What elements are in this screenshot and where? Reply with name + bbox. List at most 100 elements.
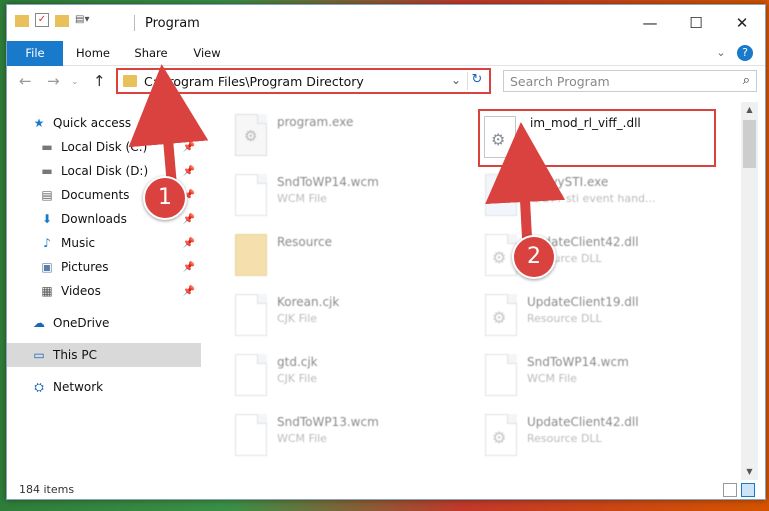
up-arrow-icon[interactable]: ↑ <box>93 72 106 90</box>
customize-toolbar-icon[interactable]: ▤▾ <box>75 13 89 27</box>
list-item[interactable]: SndToWP14.wcm WCM File <box>481 350 716 406</box>
refresh-icon[interactable]: ↻ <box>467 72 486 90</box>
pin-icon[interactable]: 📌 <box>183 238 195 249</box>
tab-home[interactable]: Home <box>73 41 113 65</box>
folder-icon <box>235 234 267 276</box>
file-name: UpdateClient19.dll <box>527 295 639 309</box>
folder-icon <box>123 75 137 87</box>
search-input[interactable]: Search Program <box>510 74 610 89</box>
drive-icon: ▬ <box>41 164 53 178</box>
folder-icon[interactable] <box>15 15 29 27</box>
new-folder-icon[interactable] <box>55 15 69 27</box>
back-arrow-icon[interactable]: ← <box>19 72 32 90</box>
sidebar-item-videos[interactable]: ▦ Videos 📌 <box>39 279 201 303</box>
sidebar-item-label: Documents <box>61 188 130 202</box>
quick-access-toolbar: ✓ ▤▾ <box>15 13 89 27</box>
close-button[interactable]: ✕ <box>719 9 765 37</box>
file-explorer-window: ✓ ▤▾ Program — ☐ ✕ File Home Share View … <box>6 4 766 500</box>
computer-icon: ▭ <box>33 348 45 362</box>
help-icon[interactable]: ? <box>737 45 753 61</box>
details-view-icon[interactable] <box>723 483 737 497</box>
music-icon: ♪ <box>43 236 51 250</box>
download-icon: ⬇ <box>41 212 53 226</box>
file-name: gtd.cjk <box>277 355 318 369</box>
expand-ribbon-icon[interactable]: ⌄ <box>713 45 729 61</box>
navigation-pane: ★ Quick access ▬ Local Disk (C:) 📌 ▬ Loc… <box>7 102 203 480</box>
maximize-button[interactable]: ☐ <box>673 9 719 37</box>
star-icon: ★ <box>33 116 45 130</box>
pin-icon[interactable]: 📌 <box>183 214 195 225</box>
scroll-down-icon[interactable]: ▼ <box>741 464 758 480</box>
minimize-button[interactable]: — <box>627 9 673 37</box>
file-type: WCM File <box>277 192 327 205</box>
window-title: Program <box>145 16 200 31</box>
properties-icon[interactable]: ✓ <box>35 13 49 27</box>
forward-arrow-icon[interactable]: → <box>47 72 60 90</box>
videos-icon: ▦ <box>41 284 53 298</box>
pin-icon[interactable]: 📌 <box>183 262 195 273</box>
file-type: CJK File <box>277 372 318 385</box>
sidebar-item-label: Local Disk (D:) <box>61 164 149 178</box>
dll-file-icon <box>485 414 517 456</box>
sidebar-item-quick-access[interactable]: ★ Quick access <box>31 111 225 135</box>
step-2-badge: 2 <box>512 235 556 279</box>
highlighted-dll-file[interactable]: im_mod_rl_viff_.dll <box>478 109 716 167</box>
pin-icon[interactable]: 📌 <box>183 166 195 177</box>
dll-file-icon <box>485 294 517 336</box>
list-item[interactable]: SndToWP14.wcm WCM File <box>231 170 466 226</box>
list-item[interactable]: program.exe <box>231 110 466 166</box>
application-icon <box>235 114 267 156</box>
vertical-scrollbar[interactable]: ▲ ▼ <box>741 102 758 480</box>
list-item[interactable]: UpdateClient19.dll Resource DLL <box>481 290 716 346</box>
list-item[interactable]: SndToWP13.wcm WCM File <box>231 410 466 466</box>
file-name: AbbyySTI.exe <box>527 175 609 189</box>
sidebar-item-this-pc[interactable]: ▭ This PC <box>7 343 201 367</box>
cloud-icon: ☁ <box>33 316 45 330</box>
sidebar-item-label: Local Disk (C:) <box>61 140 148 154</box>
sidebar-item-label: This PC <box>53 348 97 362</box>
sidebar-item-local-disk-c[interactable]: ▬ Local Disk (C:) 📌 <box>39 135 201 159</box>
ribbon: File Home Share View ⌄ ? <box>7 41 765 97</box>
sidebar-item-label: Downloads <box>61 212 127 226</box>
large-icons-view-icon[interactable] <box>741 483 755 497</box>
scroll-up-icon[interactable]: ▲ <box>741 102 758 118</box>
sidebar-item-label: Network <box>53 380 104 394</box>
tab-view[interactable]: View <box>187 41 227 65</box>
step-1-badge: 1 <box>143 176 187 220</box>
search-box[interactable]: Search Program ⌕ <box>503 70 757 92</box>
sidebar-item-onedrive[interactable]: ☁ OneDrive <box>31 311 201 335</box>
file-name: Resource <box>277 235 333 249</box>
drive-icon: ▬ <box>41 140 53 154</box>
list-item[interactable]: Resource <box>231 230 466 286</box>
search-icon[interactable]: ⌕ <box>743 73 750 88</box>
documents-icon: ▤ <box>41 188 53 202</box>
file-name: SndToWP14.wcm <box>527 355 629 369</box>
sidebar-item-network[interactable]: ⛭ Network <box>31 375 201 399</box>
file-icon <box>235 294 267 336</box>
file-type: CJK File <box>277 312 318 325</box>
sidebar-item-pictures[interactable]: ▣ Pictures 📌 <box>39 255 201 279</box>
scrollbar-thumb[interactable] <box>743 120 756 168</box>
title-bar: ✓ ▤▾ Program — ☐ ✕ <box>7 5 765 41</box>
file-name: UpdateClient42.dll <box>527 415 639 429</box>
file-icon <box>235 174 267 216</box>
sidebar-item-label: Music <box>61 236 96 250</box>
address-bar[interactable]: C:\Program Files\Program Directory ⌄ ↻ <box>116 68 491 94</box>
sidebar-item-music[interactable]: ♪ Music 📌 <box>39 231 201 255</box>
address-path[interactable]: C:\Program Files\Program Directory <box>144 74 364 89</box>
file-name: SndToWP14.wcm <box>277 175 379 189</box>
list-item[interactable]: gtd.cjk CJK File <box>231 350 466 406</box>
tab-share[interactable]: Share <box>131 41 171 65</box>
file-icon <box>485 354 517 396</box>
file-icon <box>235 354 267 396</box>
list-item[interactable]: AbbyySTI.exe ABBYY sti event hand... <box>481 170 716 226</box>
chevron-down-icon[interactable]: ⌄ <box>451 73 461 87</box>
recent-locations-icon[interactable]: ⌄ <box>71 77 79 87</box>
application-icon <box>485 174 517 216</box>
list-item[interactable]: UpdateClient42.dll Resource DLL <box>481 410 716 466</box>
pin-icon[interactable]: 📌 <box>183 142 195 153</box>
file-name: program.exe <box>277 115 354 129</box>
pin-icon[interactable]: 📌 <box>183 286 195 297</box>
list-item[interactable]: Korean.cjk CJK File <box>231 290 466 346</box>
file-icon <box>235 414 267 456</box>
